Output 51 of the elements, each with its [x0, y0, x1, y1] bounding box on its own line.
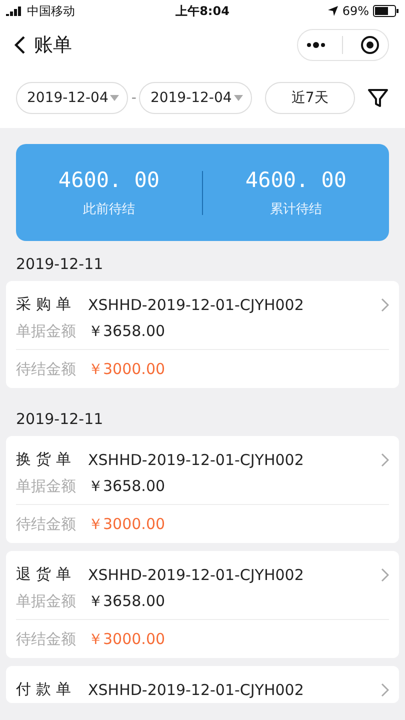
bill-number: XSHHD-2019-12-01-CJYH002 — [88, 680, 305, 698]
bill-amount: ￥3658.00 — [88, 477, 166, 496]
summary-label: 此前待结 — [83, 200, 135, 218]
bill-type: 退货单 — [16, 565, 77, 584]
bill-card[interactable]: 换货单 XSHHD-2019-12-01-CJYH002 单据金额 ￥3658.00 待结金额 ￥3000.00 — [6, 436, 399, 543]
summary-amount: 4600. 00 — [245, 168, 347, 192]
page-title: 账单 — [34, 33, 73, 58]
chevron-right-icon — [381, 298, 389, 312]
amount-label: 单据金额 — [16, 477, 77, 496]
more-icon[interactable] — [306, 42, 326, 48]
bill-type: 采购单 — [16, 295, 77, 314]
chevron-right-icon — [381, 452, 389, 466]
bill-card[interactable]: 退货单 XSHHD-2019-12-01-CJYH002 单据金额 ￥3658.00 待结金额 ￥3000.00 — [6, 551, 399, 658]
group-date: 2019-12-11 — [16, 410, 104, 428]
bill-card[interactable]: 付款单 XSHHD-2019-12-01-CJYH002 — [6, 666, 399, 703]
chevron-right-icon — [381, 682, 389, 696]
end-date-picker[interactable]: 2019-12-04 — [139, 82, 252, 114]
chevron-right-icon — [381, 568, 389, 582]
pending-amount: ￥3000.00 — [88, 514, 166, 534]
caret-icon — [234, 95, 243, 101]
carrier-name: 中国移动 — [27, 2, 75, 20]
pending-amount: ￥3000.00 — [88, 360, 166, 378]
amount-label: 单据金额 — [16, 322, 77, 341]
date-separator: - — [131, 90, 136, 106]
summary-label: 累计待结 — [270, 200, 322, 218]
bill-amount: ￥3658.00 — [88, 322, 166, 341]
pending-label: 待结金额 — [16, 360, 77, 378]
location-arrow-icon — [328, 6, 338, 16]
capsule-menu[interactable] — [297, 29, 389, 61]
pending-label: 待结金额 — [16, 630, 77, 648]
bill-number: XSHHD-2019-12-01-CJYH002 — [88, 450, 305, 468]
bill-type: 换货单 — [16, 450, 77, 469]
group-date: 2019-12-11 — [16, 255, 104, 273]
pending-label: 待结金额 — [16, 514, 77, 534]
bill-number: XSHHD-2019-12-01-CJYH002 — [88, 566, 305, 584]
status-time: 上午8:04 — [176, 2, 230, 20]
caret-icon — [110, 95, 120, 101]
filter-icon[interactable] — [367, 87, 389, 109]
signal-icon — [6, 6, 23, 16]
summary-amount: 4600. 00 — [58, 168, 160, 192]
battery-icon — [373, 5, 400, 17]
bill-card[interactable]: 采购单 XSHHD-2019-12-01-CJYH002 单据金额 ￥3658.00 待结金额 ￥3000.00 — [6, 281, 399, 388]
back-icon[interactable] — [14, 35, 26, 55]
amount-label: 单据金额 — [16, 592, 77, 611]
bill-type: 付款单 — [16, 680, 77, 699]
start-date-picker[interactable]: 2019-12-04 — [16, 82, 128, 114]
bill-amount: ￥3658.00 — [88, 592, 166, 611]
pending-amount: ￥3000.00 — [88, 630, 166, 648]
last-7-days-button[interactable]: 近7天 — [264, 82, 355, 114]
bill-number: XSHHD-2019-12-01-CJYH002 — [88, 296, 305, 314]
battery-percent: 69% — [342, 4, 370, 18]
